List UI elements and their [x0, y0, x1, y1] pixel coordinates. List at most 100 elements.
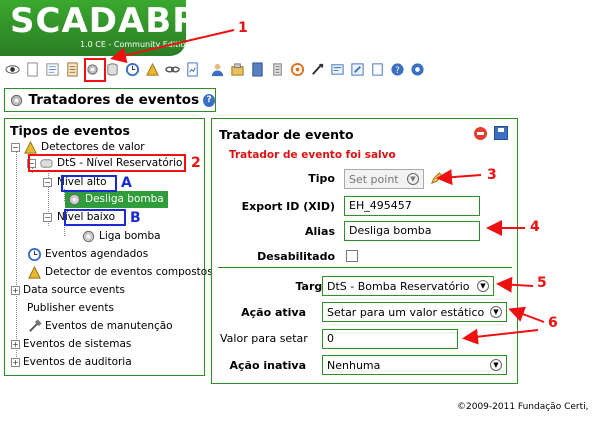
annotation-box-b — [64, 209, 126, 226]
acao-inativa-value: Nenhuma — [327, 358, 381, 372]
tipo-value: Set point — [349, 172, 399, 186]
tree-item-data-source[interactable]: + Data source events — [11, 282, 125, 298]
edit-icon[interactable] — [428, 170, 445, 187]
users-icon[interactable] — [209, 61, 226, 78]
tree-label: Desliga bomba — [85, 193, 164, 205]
gear-icon — [9, 92, 25, 109]
collapse-icon[interactable]: − — [11, 142, 20, 152]
help-icon[interactable]: ? — [203, 93, 215, 107]
svg-text:?: ? — [395, 64, 399, 74]
desabilitado-label: Desabilitado — [257, 250, 335, 263]
watchlist-icon[interactable] — [44, 61, 61, 78]
list-icon[interactable] — [64, 61, 81, 78]
tree-label: Detectores de valor — [41, 141, 145, 153]
maintenance-icon[interactable] — [289, 61, 306, 78]
expand-icon[interactable]: + — [11, 339, 20, 349]
tree-label: Eventos de auditoria — [23, 356, 132, 368]
tree-item-sistemas[interactable]: + Eventos de sistemas — [11, 336, 131, 352]
alias-label: Alias — [304, 225, 335, 238]
tree-label: Eventos de manutenção — [45, 320, 173, 332]
tree-item-publisher[interactable]: Publisher events — [27, 300, 114, 316]
acao-ativa-value: Setar para um valor estático — [327, 305, 485, 319]
cameras-icon[interactable] — [229, 61, 246, 78]
tree-item-manutencao[interactable]: Eventos de manutenção — [27, 318, 173, 334]
publisher-icon[interactable] — [349, 61, 366, 78]
page-title: Tratadores de eventos — [28, 92, 200, 108]
script-icon[interactable] — [329, 61, 346, 78]
annotation-6: 6 — [548, 315, 558, 331]
chevron-down-icon: ▼ — [490, 306, 502, 318]
tree-label: Eventos agendados — [45, 248, 149, 260]
compound-events-icon[interactable] — [144, 61, 161, 78]
alias-field[interactable]: Desliga bomba — [344, 221, 480, 241]
annotation-1: 1 — [238, 20, 248, 36]
annotation-4: 4 — [530, 219, 540, 235]
compound-detector-icon — [27, 265, 42, 280]
expand-icon[interactable]: + — [11, 285, 20, 295]
hammer-icon — [27, 318, 42, 334]
annotation-2: 2 — [191, 155, 201, 171]
annotation-a: A — [121, 175, 132, 191]
page-title-box: Tratadores de eventos ? — [4, 88, 216, 112]
delete-icon[interactable] — [474, 127, 487, 140]
acao-inativa-label: Ação inativa — [229, 359, 307, 372]
gear-icon — [81, 229, 96, 244]
tree-item-detectores[interactable]: − Detectores de valor — [11, 139, 145, 155]
selected-handler[interactable]: Desliga bomba — [65, 190, 168, 208]
tree-item-desliga-bomba[interactable]: Desliga bomba — [65, 190, 168, 208]
tree-item-auditoria[interactable]: + Eventos de auditoria — [11, 354, 132, 370]
tree-label: Data source events — [23, 284, 125, 296]
logout-icon[interactable] — [409, 61, 426, 78]
tipo-select[interactable]: Set point ▼ — [344, 169, 424, 189]
acao-ativa-select[interactable]: Setar para um valor estático ▼ — [322, 302, 507, 322]
annotation-box-a — [61, 175, 117, 192]
event-handler-panel: Tratador de evento Tratador de evento fo… — [211, 118, 518, 384]
xid-label: Export ID (XID) — [241, 200, 335, 213]
chevron-down-icon: ▼ — [490, 359, 502, 371]
tree-item-liga-bomba[interactable]: Liga bomba — [81, 228, 161, 244]
scheduled-clock-icon[interactable] — [124, 61, 141, 78]
annotation-3: 3 — [487, 167, 497, 183]
tree-label: Publisher events — [27, 302, 114, 314]
acao-inativa-select[interactable]: Nenhuma ▼ — [322, 355, 507, 375]
expand-icon[interactable]: + — [11, 357, 20, 367]
target-value: DtS - Bomba Reservatório — [327, 279, 470, 293]
collapse-icon[interactable]: − — [43, 177, 52, 187]
annotation-5: 5 — [537, 275, 547, 291]
desabilitado-checkbox[interactable] — [346, 250, 358, 262]
acao-ativa-label: Ação ativa — [241, 306, 306, 319]
tree-label: Detector de eventos compostos — [45, 266, 213, 278]
logo: SCADABR — [10, 1, 200, 41]
tree-item-agendados[interactable]: Eventos agendados — [27, 246, 148, 262]
xid-field[interactable]: EH_495457 — [344, 196, 480, 216]
tree-item-compostos[interactable]: Detector de eventos compostos — [27, 264, 213, 280]
reports-icon[interactable] — [184, 61, 201, 78]
valor-label: Valor para setar — [220, 332, 308, 345]
mailing-icon[interactable] — [309, 61, 326, 78]
annotation-box-1 — [84, 58, 106, 82]
help-icon[interactable]: ? — [389, 61, 406, 78]
tree-label: Liga bomba — [99, 230, 161, 242]
saved-message: Tratador de evento foi salvo — [229, 149, 396, 161]
header: SCADABR 1.0 CE - Community Edition — [0, 0, 593, 56]
chevron-down-icon: ▼ — [407, 173, 419, 185]
save-icon[interactable] — [494, 126, 508, 140]
chevron-down-icon: ▼ — [477, 280, 489, 292]
tree-title: Tipos de eventos — [10, 123, 130, 138]
collapse-icon[interactable]: − — [43, 212, 52, 222]
version-text: 1.0 CE - Community Edition — [80, 40, 191, 49]
target-select[interactable]: DtS - Bomba Reservatório ▼ — [322, 276, 494, 296]
value-detector-icon — [23, 140, 38, 155]
point-hierarchy-icon[interactable] — [369, 61, 386, 78]
link-icon[interactable] — [164, 61, 181, 78]
eye-icon[interactable] — [4, 61, 21, 78]
annotation-box-2 — [28, 154, 186, 172]
datasource-icon[interactable] — [104, 61, 121, 78]
divider — [218, 267, 512, 268]
valor-field[interactable]: 0 — [322, 329, 458, 349]
emport-icon[interactable] — [269, 61, 286, 78]
gear-icon — [67, 192, 82, 207]
blank-page-icon[interactable] — [24, 61, 41, 78]
sql-icon[interactable] — [249, 61, 266, 78]
form-title: Tratador de evento — [219, 127, 354, 142]
